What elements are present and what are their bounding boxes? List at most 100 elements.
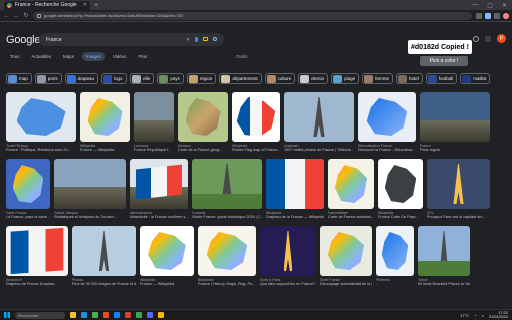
- result-thumbnail[interactable]: [6, 159, 50, 209]
- image-result[interactable]: Wikipedia France — Wikipédia: [80, 92, 130, 152]
- result-caption[interactable]: France : Politique, Relations avec l'U..…: [6, 148, 76, 152]
- clear-icon[interactable]: ✕: [186, 37, 190, 43]
- browser-tab[interactable]: France - Recherche Google ✕: [4, 0, 90, 10]
- result-caption[interactable]: ...: [376, 282, 414, 286]
- search-icon[interactable]: [213, 36, 217, 41]
- result-thumbnail[interactable]: [80, 92, 130, 142]
- result-thumbnail[interactable]: [198, 226, 256, 276]
- close-window-button[interactable]: ✕: [502, 2, 507, 9]
- image-result[interactable]: Travel50 Most Beautiful Places to Visit …: [418, 226, 470, 286]
- result-caption[interactable]: Paris region: [420, 148, 490, 152]
- result-caption[interactable]: Carte de la France géog...: [178, 148, 228, 152]
- wifi-icon[interactable]: ◔: [474, 313, 476, 318]
- result-caption[interactable]: Pourquoi Paris est la capitale de l...: [427, 215, 490, 219]
- result-caption[interactable]: Plus de 30 000 images de France et de Pa…: [72, 282, 136, 286]
- result-thumbnail[interactable]: [420, 92, 490, 142]
- taskbar-app-icon[interactable]: [125, 312, 131, 318]
- result-thumbnail[interactable]: [232, 92, 280, 142]
- maximize-button[interactable]: ▢: [487, 2, 493, 9]
- result-caption[interactable]: Découpage administratif de la France...: [320, 282, 372, 286]
- suggestion-chip[interactable]: département: [219, 73, 262, 84]
- result-caption[interactable]: 50 Most Beautiful Places to Visit in Fra…: [418, 282, 470, 286]
- result-thumbnail[interactable]: [140, 226, 194, 276]
- close-tab-icon[interactable]: ✕: [83, 2, 87, 8]
- reload-icon[interactable]: ↻: [23, 12, 29, 19]
- search-input[interactable]: France: [46, 37, 186, 43]
- image-result[interactable]: Global Glimpse Statistiques et Analyses d…: [54, 159, 126, 219]
- result-thumbnail[interactable]: [427, 159, 490, 209]
- result-caption[interactable]: Visiter France: guide touristique 2024 |…: [192, 215, 262, 219]
- forward-arrow-icon[interactable]: →: [13, 13, 19, 19]
- image-result[interactable]: Monaco Carte de la France géog...: [178, 92, 228, 152]
- image-result[interactable]: Amazon.fr Drapeau de France Drapeau...: [6, 226, 68, 286]
- taskbar-app-icon[interactable]: [103, 312, 109, 318]
- image-result[interactable]: Wikipedia Fichier:Flag map of France...: [232, 92, 280, 152]
- image-result[interactable]: Carte France La France, pays le carte...: [6, 159, 50, 219]
- suggestion-chip[interactable]: hotel: [395, 73, 423, 84]
- gear-icon[interactable]: [473, 35, 479, 42]
- result-caption[interactable]: Fichier:Flag map of France...: [232, 148, 280, 152]
- windows-start-icon[interactable]: [4, 312, 10, 318]
- image-result[interactable]: Britannica France | History, Maps, Flag, …: [198, 226, 256, 286]
- image-result[interactable]: France Paris region: [420, 92, 490, 152]
- weather-label[interactable]: 17°C: [460, 313, 469, 318]
- new-tab-button[interactable]: +: [94, 2, 98, 9]
- result-thumbnail[interactable]: [260, 226, 316, 276]
- avatar[interactable]: P: [497, 34, 506, 43]
- result-thumbnail[interactable]: [378, 159, 423, 209]
- filter-images[interactable]: Images: [82, 52, 105, 61]
- taskbar-search[interactable]: Rechercher: [15, 311, 65, 319]
- suggestion-chip[interactable]: pays: [157, 73, 184, 84]
- profile-icon[interactable]: [503, 12, 509, 19]
- suggestion-chip[interactable]: football: [425, 73, 458, 84]
- image-result[interactable]: Sortir à Paris Que faire aujourd'hui en F…: [260, 226, 316, 286]
- result-thumbnail[interactable]: [134, 92, 174, 142]
- taskbar-app-icon[interactable]: [158, 312, 164, 318]
- result-thumbnail[interactable]: [54, 159, 126, 209]
- result-caption[interactable]: Drapeau de France Drapeau...: [6, 282, 68, 286]
- image-result[interactable]: FranceMapfr Carte de France administ...: [328, 159, 374, 219]
- result-caption[interactable]: Drapeau de la France — Wikipédia: [266, 215, 324, 219]
- google-logo[interactable]: Google: [6, 34, 40, 46]
- result-caption[interactable]: 100+ belles photos de France | Télécha..…: [284, 148, 354, 152]
- taskbar-app-icon[interactable]: [70, 312, 76, 318]
- image-result[interactable]: Relocalisation France Découvrir la France…: [358, 92, 416, 152]
- suggestion-chip[interactable]: map: [6, 73, 32, 84]
- taskbar-app-icon[interactable]: [136, 312, 142, 318]
- image-result[interactable]: Pinterest...: [376, 226, 414, 286]
- back-arrow-icon[interactable]: ←: [3, 13, 9, 19]
- image-result[interactable]: Photos Plus de 30 000 images de France et…: [72, 226, 136, 286]
- tools-button[interactable]: Outils: [236, 54, 248, 59]
- result-caption[interactable]: La France, pays le carte...: [6, 215, 50, 219]
- filter-all[interactable]: Tous: [6, 52, 24, 61]
- result-thumbnail[interactable]: [192, 159, 262, 209]
- result-caption[interactable]: Statistiques et Analyses du Tourism...: [54, 215, 126, 219]
- image-result[interactable]: Larousse France République f...: [134, 92, 174, 152]
- image-result[interactable]: Wikipedia France Carte De Pays...: [378, 159, 423, 219]
- result-thumbnail[interactable]: [320, 226, 372, 276]
- result-thumbnail[interactable]: [376, 226, 414, 276]
- result-caption[interactable]: France — Wikipédia: [80, 148, 130, 152]
- image-result[interactable]: Unsplash 100+ belles photos de France | T…: [284, 92, 354, 152]
- image-result[interactable]: DTL Pourquoi Paris est la capitale de l..…: [427, 159, 490, 219]
- result-thumbnail[interactable]: [266, 159, 324, 209]
- suggestion-chip[interactable]: dessin: [298, 73, 329, 84]
- result-caption[interactable]: France Carte De Pays...: [378, 215, 423, 219]
- filter-maps[interactable]: Maps: [59, 52, 78, 61]
- extension-icon[interactable]: [476, 12, 482, 19]
- volume-icon[interactable]: ◖: [482, 313, 484, 318]
- image-result[interactable]: Wikipedia Drapeau de la France — Wikipédi…: [266, 159, 324, 219]
- result-caption[interactable]: France — Wikipédia: [140, 282, 194, 286]
- suggestion-chip[interactable]: région: [186, 73, 217, 84]
- color-picker-extension-icon[interactable]: [485, 12, 491, 19]
- puzzle-icon[interactable]: [494, 12, 500, 19]
- suggestion-chip[interactable]: femme: [362, 73, 393, 84]
- taskbar-app-icon[interactable]: [81, 312, 87, 318]
- result-thumbnail[interactable]: [72, 226, 136, 276]
- suggestion-chip[interactable]: logo: [101, 73, 127, 84]
- result-thumbnail[interactable]: [328, 159, 374, 209]
- result-thumbnail[interactable]: [6, 92, 76, 142]
- filter-videos[interactable]: Vidéos: [109, 52, 131, 61]
- suggestion-chip[interactable]: plage: [331, 73, 360, 84]
- result-caption[interactable]: Attractivité : la France confirme s...: [130, 215, 188, 219]
